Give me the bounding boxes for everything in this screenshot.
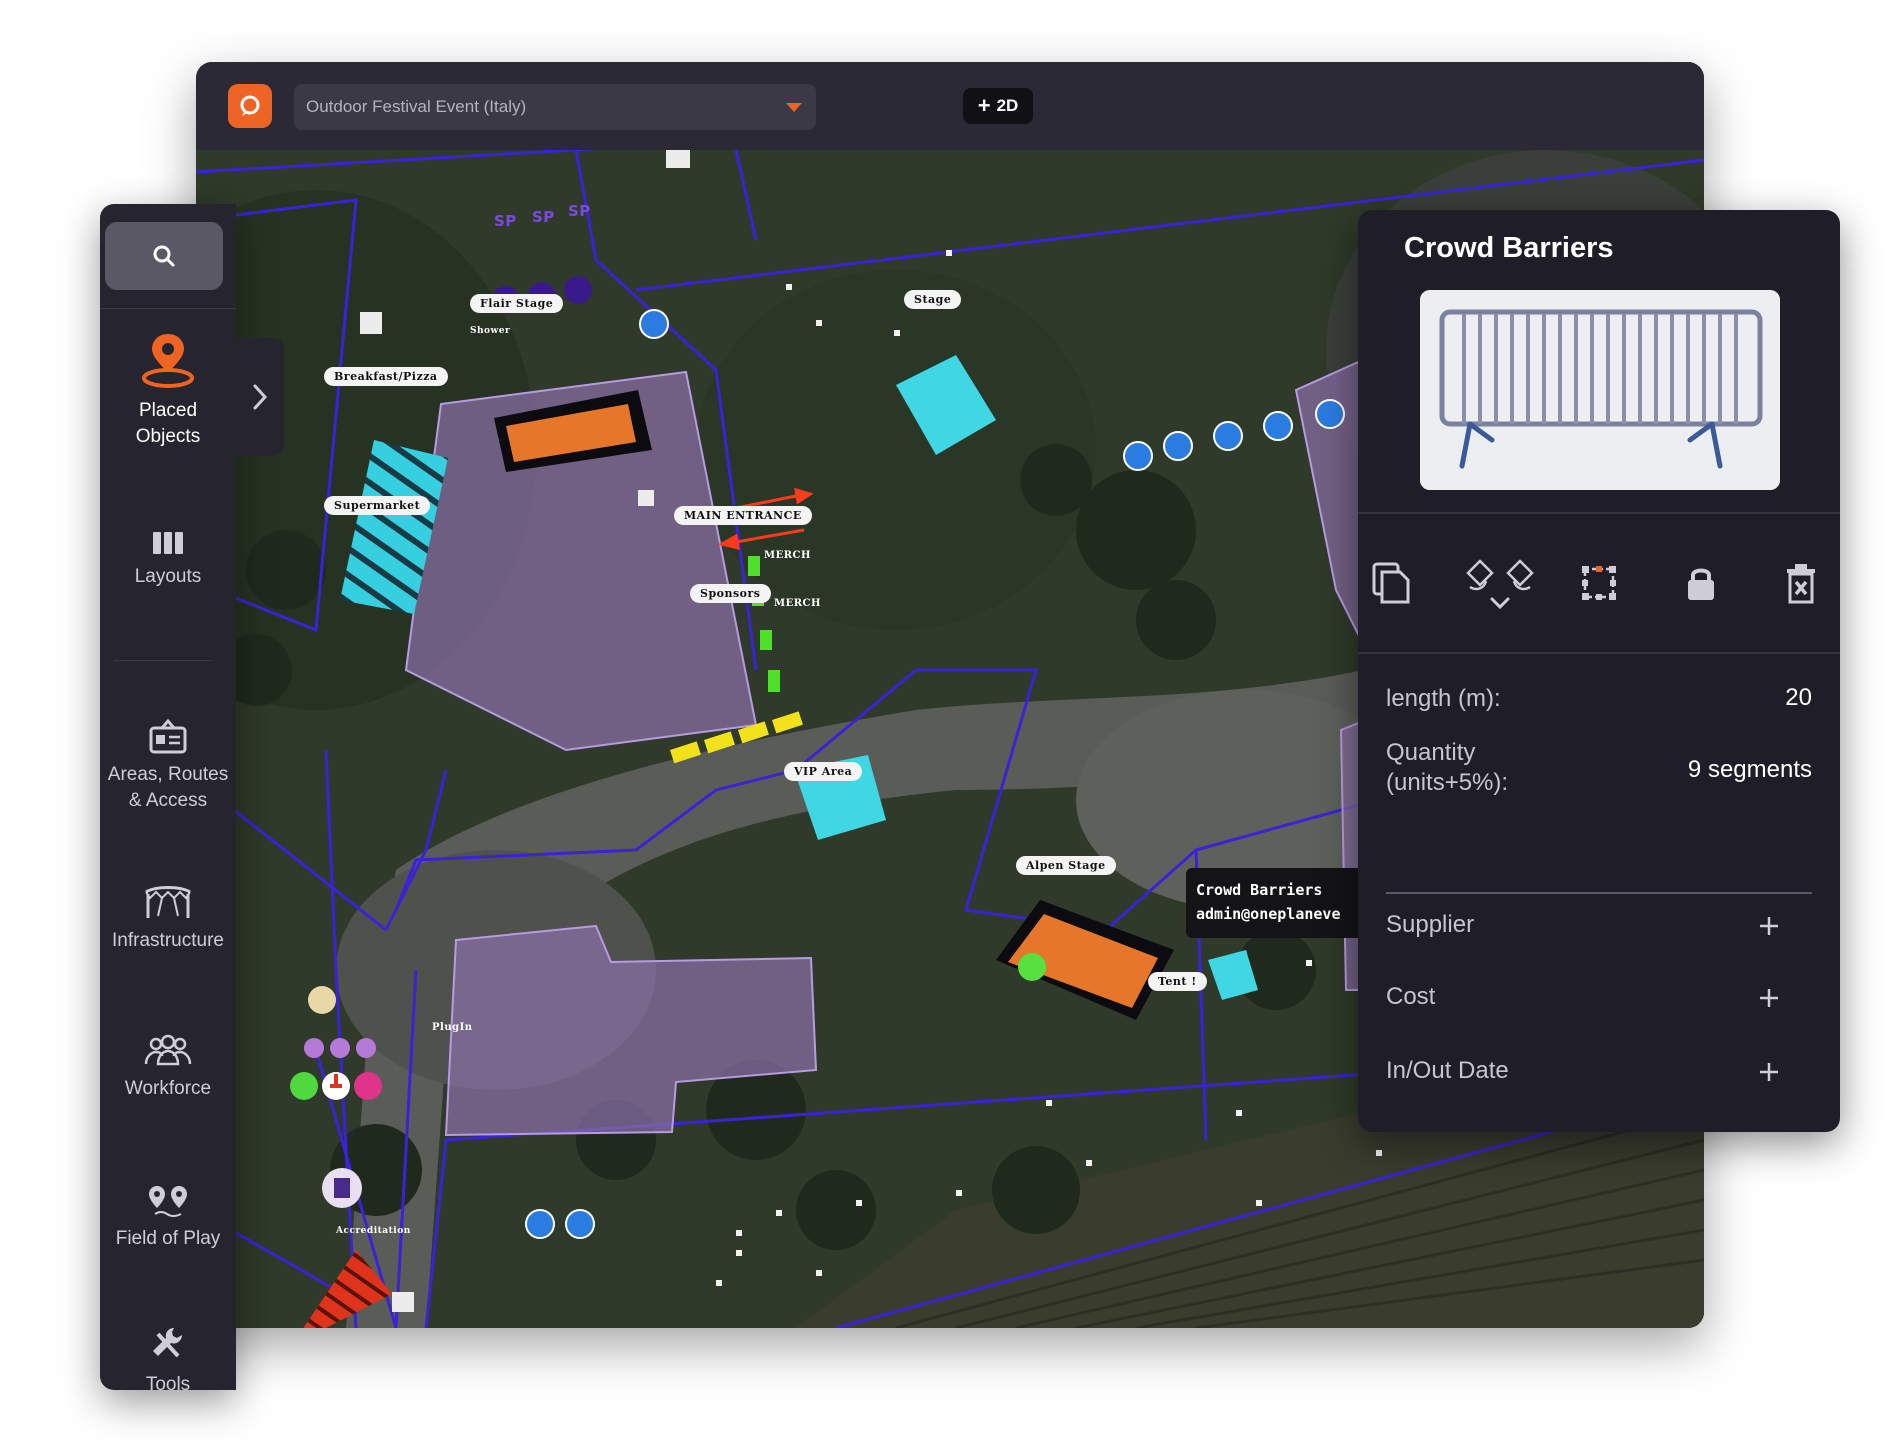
object-properties-panel: Crowd Barriers length (m): 20 Quantity (… [1358,210,1840,1132]
sidebar-divider [100,308,236,309]
search-icon [153,245,175,267]
rotate-icon [1466,559,1534,610]
add-cost-icon[interactable] [1758,987,1780,1009]
main-entrance-label[interactable]: MAIN ENTRANCE [674,506,812,525]
sidebar-item-infrastructure[interactable]: Infrastructure [100,864,236,954]
sidebar-item-label: Tools [145,1374,191,1390]
project-select[interactable]: Outdoor Festival Event (Italy) [294,84,816,130]
sidebar-item-placed-objects[interactable]: Placed Objects [100,334,236,450]
plus-icon: + [977,93,991,118]
sidebar-item-label: Infrastructure [112,930,224,951]
sidebar: Placed Objects Layouts Areas, Routes & A… [100,204,236,1390]
panel-divider [1386,892,1812,894]
chevron-down-icon [786,103,802,112]
wrench-icon [148,1308,188,1364]
sidebar-item-layouts[interactable]: Layouts [100,500,236,590]
add-supplier-icon[interactable] [1758,915,1780,937]
location-pins-icon [145,1162,191,1218]
map-pin-icon [137,334,199,390]
tent-icon [142,864,194,920]
alpen-stage-label[interactable]: Alpen Stage [1016,856,1116,875]
panel-title: Crowd Barriers [1404,232,1614,264]
view-mode-button[interactable]: + 2D [963,88,1033,124]
cost-label: Cost [1386,983,1436,1010]
object-tooltip: Crowd Barriers admin@oneplaneve [1186,868,1366,938]
sidebar-item-tools[interactable]: Tools [100,1308,236,1390]
sp-marker-label[interactable]: SP [532,208,555,226]
trash-icon [1787,564,1815,604]
tent-label[interactable]: Tent ! [1148,972,1207,991]
stage-label[interactable]: Stage [904,290,962,309]
project-name: Outdoor Festival Event (Italy) [306,97,527,116]
quantity-label-line1: Quantity [1386,739,1476,766]
sp-marker-label[interactable]: SP [494,212,517,230]
shower-label: Shower [470,326,511,336]
merch-label: MERCH [764,550,811,561]
panel-divider [1358,652,1840,654]
breakfast-label[interactable]: Breakfast/Pizza [324,367,448,386]
sponsors-label[interactable]: Sponsors [690,584,771,603]
sidebar-item-label: Layouts [134,566,202,587]
supplier-label: Supplier [1386,911,1475,938]
bounding-box-icon [1582,566,1616,600]
quantity-label: Quantity (units+5%): [1386,738,1508,798]
add-inout-date-icon[interactable] [1758,1061,1780,1083]
inout-date-label: In/Out Date [1386,1057,1509,1084]
id-card-icon [148,698,188,754]
sp-marker-label[interactable]: SP [568,202,591,220]
length-value[interactable]: 20 [1785,684,1812,712]
sidebar-item-label: Placed [138,400,198,421]
sidebar-item-label: Workforce [124,1078,212,1099]
sidebar-item-label: Areas, Routes [107,764,229,785]
quantity-label-line2: (units+5%): [1386,769,1509,796]
accreditation-label: Accreditation [336,1226,411,1236]
sidebar-divider [114,660,212,661]
panel-divider [1358,512,1840,514]
sidebar-item-areas-routes-access[interactable]: Areas, Routes & Access [100,698,236,814]
sidebar-item-label: & Access [128,790,208,811]
top-bar: Outdoor Festival Event (Italy) + 2D [196,62,1704,150]
flair-stage-label[interactable]: Flair Stage [470,294,564,313]
plugin-label: PlugIn [432,1022,473,1033]
sidebar-item-field-of-play[interactable]: Field of Play [100,1162,236,1252]
delete-button[interactable] [1778,560,1824,606]
search-button[interactable] [105,222,223,290]
tooltip-user: admin@oneplaneve [1196,905,1341,923]
vip-area-label[interactable]: VIP Area [784,762,863,781]
chevron-right-icon [253,384,268,410]
view-mode-label: 2D [996,96,1019,115]
lock-button[interactable] [1678,560,1724,606]
crowd-barrier-image [1420,290,1780,490]
people-icon [142,1012,194,1068]
length-label: length (m): [1386,685,1501,712]
sidebar-item-label: Objects [135,426,201,447]
sidebar-expand-button[interactable] [236,338,284,456]
quantity-value: 9 segments [1687,756,1812,783]
tooltip-title: Crowd Barriers [1196,881,1323,899]
merch-label: MERCH [774,598,821,609]
rotate-button[interactable] [1458,559,1542,610]
copy-icon [1372,562,1410,604]
app-logo-icon[interactable] [228,84,272,128]
sidebar-item-workforce[interactable]: Workforce [100,1012,236,1102]
sidebar-item-label: Field of Play [115,1228,221,1249]
supermarket-label[interactable]: Supermarket [324,496,431,515]
layouts-icon [151,500,185,556]
duplicate-button[interactable] [1368,560,1414,606]
transform-button[interactable] [1576,560,1622,606]
lock-icon [1688,568,1714,600]
